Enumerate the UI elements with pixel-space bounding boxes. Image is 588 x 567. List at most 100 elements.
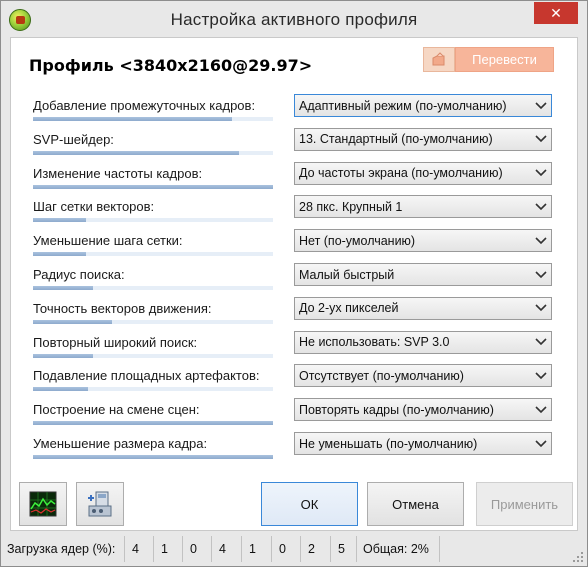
status-divider <box>241 536 242 562</box>
chevron-down-icon <box>531 264 551 285</box>
status-divider <box>271 536 272 562</box>
resize-grip-icon[interactable] <box>572 551 584 563</box>
setting-value: Отсутствует (по-умолчанию) <box>299 368 464 383</box>
close-icon: ✕ <box>550 4 562 21</box>
tools-button[interactable] <box>76 482 124 526</box>
setting-select[interactable]: 28 пкс. Крупный 1 <box>294 195 552 219</box>
setting-level-bar <box>33 218 273 223</box>
setting-label: Уменьшение шага сетки: <box>33 233 183 249</box>
setting-level-bar <box>33 117 273 121</box>
setting-select[interactable]: 13. Стандартный (по-умолчанию) <box>294 127 552 151</box>
pencil-paper-icon <box>432 51 445 65</box>
setting-select[interactable]: Отсутствует (по-умолчанию) <box>294 364 552 388</box>
settings-window: Настройка активного профиля ✕ Профиль <3… <box>0 0 588 567</box>
title-bar[interactable]: Настройка активного профиля ✕ <box>1 1 587 37</box>
setting-row: Уменьшение шага сетки: Нет (по-умолчанию) <box>33 228 561 262</box>
setting-label: Уменьшение размера кадра: <box>33 436 208 451</box>
status-divider <box>356 536 357 562</box>
setting-value: До 2-ух пикселей <box>299 301 399 316</box>
setting-value: Адаптивный режим (по-умолчанию) <box>299 98 507 113</box>
status-divider <box>439 536 440 562</box>
chevron-down-icon <box>531 163 551 184</box>
chevron-down-icon <box>531 196 551 217</box>
setting-row: Добавление промежуточных кадров: Адаптивн… <box>33 93 561 127</box>
setting-level-bar <box>33 387 273 392</box>
setting-level-fill <box>33 252 86 257</box>
setting-label: Точность векторов движения: <box>33 300 212 316</box>
chevron-down-icon <box>531 230 551 251</box>
status-divider <box>153 536 154 562</box>
setting-label: Добавление промежуточных кадров: <box>33 98 256 113</box>
setting-level-bar <box>33 184 273 189</box>
apply-button[interactable]: Применить <box>476 482 573 526</box>
profile-title: Профиль <3840x2160@29.97> <box>29 56 313 75</box>
setting-value: Не уменьшать (по-умолчанию) <box>299 436 478 451</box>
setting-row: Повторный широкий поиск: Не использовать:… <box>33 330 561 364</box>
setting-value: 28 пкс. Крупный 1 <box>299 199 403 214</box>
chevron-down-icon <box>531 298 551 319</box>
close-button[interactable]: ✕ <box>534 2 578 24</box>
setting-select[interactable]: До частоты экрана (по-умолчанию) <box>294 161 552 185</box>
core-load-value: 4 <box>132 542 139 556</box>
setting-level-fill <box>33 184 273 189</box>
setting-level-fill <box>33 387 89 392</box>
settings-tools-icon <box>88 491 112 517</box>
setting-level-bar <box>33 455 273 459</box>
settings-panel: Профиль <3840x2160@29.97> Перевести Доба… <box>10 37 578 531</box>
setting-label: Подавление площадных артефактов: <box>33 368 260 384</box>
cancel-button[interactable]: Отмена <box>367 482 464 526</box>
core-load-value: 1 <box>249 542 256 556</box>
setting-value: Малый быстрый <box>299 267 395 282</box>
core-load-value: 0 <box>190 542 197 556</box>
setting-value: Повторять кадры (по-умолчанию) <box>299 402 494 417</box>
setting-select[interactable]: Повторять кадры (по-умолчанию) <box>294 398 552 422</box>
setting-value: Не использовать: SVP 3.0 <box>299 335 450 350</box>
setting-label: Изменение частоты кадров: <box>33 165 203 181</box>
setting-row: Шаг сетки векторов: 28 пкс. Крупный 1 <box>33 194 561 228</box>
setting-select[interactable]: Адаптивный режим (по-умолчанию) <box>294 94 552 117</box>
status-divider <box>211 536 212 562</box>
setting-row: Изменение частоты кадров: До частоты экра… <box>33 161 561 195</box>
setting-label: Построение на смене сцен: <box>33 402 200 418</box>
setting-label: Повторный широкий поиск: <box>33 334 198 350</box>
cpu-graph-icon <box>29 491 57 517</box>
setting-level-bar <box>33 286 273 290</box>
status-divider <box>182 536 183 562</box>
setting-level-bar <box>33 252 273 257</box>
core-load-value: 5 <box>338 542 345 556</box>
status-divider <box>300 536 301 562</box>
core-load-value: 2 <box>308 542 315 556</box>
setting-select[interactable]: Малый быстрый <box>294 263 552 286</box>
setting-select[interactable]: До 2-ух пикселей <box>294 296 552 320</box>
ok-button[interactable]: ОК <box>261 482 358 526</box>
setting-row: Уменьшение размера кадра: Не уменьшать (п… <box>33 431 561 465</box>
translate-button[interactable]: Перевести <box>455 47 554 72</box>
setting-level-bar <box>33 150 273 155</box>
window-title: Настройка активного профиля <box>170 10 418 29</box>
setting-level-bar <box>33 421 273 426</box>
setting-level-fill <box>33 218 86 223</box>
chevron-down-icon <box>531 365 551 386</box>
setting-level-fill <box>33 421 273 426</box>
status-divider <box>124 536 125 562</box>
translate-icon-button[interactable] <box>423 47 455 72</box>
setting-label: SVP-шейдер: <box>33 131 114 147</box>
setting-select[interactable]: Не использовать: SVP 3.0 <box>294 330 552 354</box>
chevron-down-icon <box>531 95 551 116</box>
core-load-value: 4 <box>219 542 226 556</box>
setting-level-bar <box>33 353 273 358</box>
setting-level-fill <box>33 353 93 358</box>
setting-select[interactable]: Не уменьшать (по-умолчанию) <box>294 432 552 455</box>
setting-select[interactable]: Нет (по-умолчанию) <box>294 229 552 253</box>
core-load-value: 0 <box>279 542 286 556</box>
cpu-graph-button[interactable] <box>19 482 67 526</box>
setting-value: 13. Стандартный (по-умолчанию) <box>299 132 493 147</box>
setting-label: Радиус поиска: <box>33 267 125 282</box>
setting-label: Шаг сетки векторов: <box>33 199 155 215</box>
chevron-down-icon <box>531 399 551 420</box>
status-bar: Загрузка ядер (%): 4 1 0 4 1 0 2 5 Общая: 2% <box>1 532 587 566</box>
core-load-value: 1 <box>161 542 168 556</box>
setting-row: Точность векторов движения: До 2-ух пиксе… <box>33 296 561 330</box>
setting-level-fill <box>33 319 113 324</box>
translate-group: Перевести <box>423 47 554 72</box>
